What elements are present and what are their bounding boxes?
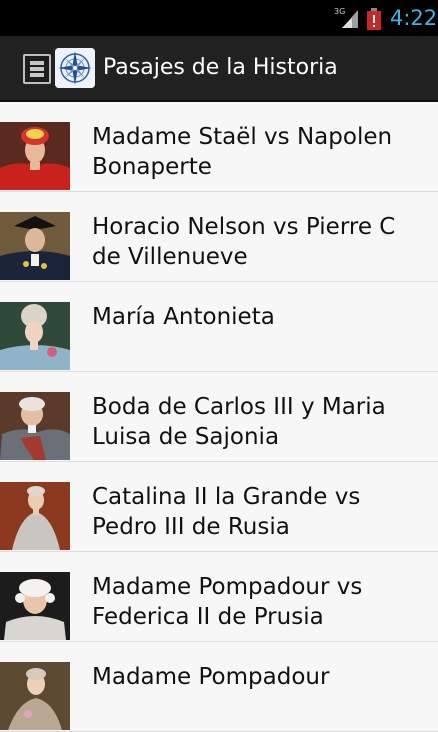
- list-item-title: Boda de Carlos III y Maria Luisa de Sajo…: [92, 394, 386, 450]
- portrait-thumbnail: [0, 122, 70, 190]
- list-item[interactable]: Madame Pompadour vs Federica II de Prusi…: [0, 552, 438, 642]
- list-item[interactable]: Boda de Carlos III y Maria Luisa de Sajo…: [0, 372, 438, 462]
- portrait-thumbnail: [0, 482, 70, 550]
- portrait-thumbnail: [0, 572, 70, 640]
- list-item[interactable]: Horacio Nelson vs Pierre C de Villenueve: [0, 192, 438, 282]
- list-item-title: Catalina II la Grande vs Pedro III de Ru…: [92, 484, 361, 540]
- portrait-thumbnail: [0, 302, 70, 370]
- battery-low-icon: [367, 8, 381, 30]
- page-title: Pasajes de la Historia: [103, 55, 338, 80]
- list-item-title: Horacio Nelson vs Pierre C de Villenueve: [92, 214, 396, 270]
- list-item[interactable]: Catalina II la Grande vs Pedro III de Ru…: [0, 462, 438, 552]
- portrait-thumbnail: [0, 212, 70, 280]
- portrait-thumbnail: [0, 392, 70, 460]
- status-bar: 3G 4:22: [0, 0, 438, 36]
- history-list: Madame Staël vs Napolen Bonaperte Horaci…: [0, 102, 438, 732]
- portrait-thumbnail: [0, 662, 70, 730]
- compass-rose-icon[interactable]: [55, 48, 95, 88]
- action-bar: Pasajes de la Historia: [0, 36, 438, 102]
- list-item[interactable]: Madame Staël vs Napolen Bonaperte: [0, 102, 438, 192]
- list-item-title: María Antonieta: [92, 304, 275, 330]
- list-item[interactable]: Madame Pompadour: [0, 642, 438, 732]
- list-item-title: Madame Staël vs Napolen Bonaperte: [92, 124, 393, 180]
- list-item-title: Madame Pompadour vs Federica II de Prusi…: [92, 574, 363, 630]
- signal-3g-icon: 3G: [334, 7, 358, 28]
- svg-text:3G: 3G: [334, 7, 345, 16]
- status-time: 4:22: [390, 6, 438, 30]
- hamburger-icon[interactable]: [23, 54, 51, 84]
- list-item[interactable]: María Antonieta: [0, 282, 438, 372]
- list-item-title: Madame Pompadour: [92, 664, 330, 690]
